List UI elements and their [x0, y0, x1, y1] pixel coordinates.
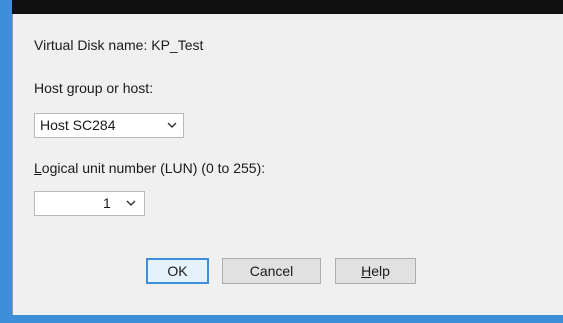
lun-select-value: 1 — [103, 195, 111, 211]
host-select-value: Host SC284 — [40, 117, 116, 133]
window-border-left — [0, 0, 12, 323]
lun-label: Logical unit number (LUN) (0 to 255): — [34, 160, 266, 176]
chevron-down-icon — [124, 192, 138, 215]
virtual-disk-name-label: Virtual Disk name: KP_Test — [34, 37, 204, 53]
host-group-label: Host group or host: — [34, 80, 154, 96]
host-select[interactable]: Host SC284 — [34, 113, 184, 138]
dialog-content: Virtual Disk name: KP_Test Host group or… — [13, 14, 563, 315]
window-border-bottom — [0, 315, 563, 323]
lun-select[interactable]: 1 — [34, 191, 145, 216]
help-button[interactable]: Help — [335, 258, 416, 284]
chevron-down-icon — [165, 114, 179, 137]
cancel-button[interactable]: Cancel — [222, 258, 321, 284]
ok-button[interactable]: OK — [146, 258, 209, 284]
title-bar[interactable] — [12, 0, 563, 14]
